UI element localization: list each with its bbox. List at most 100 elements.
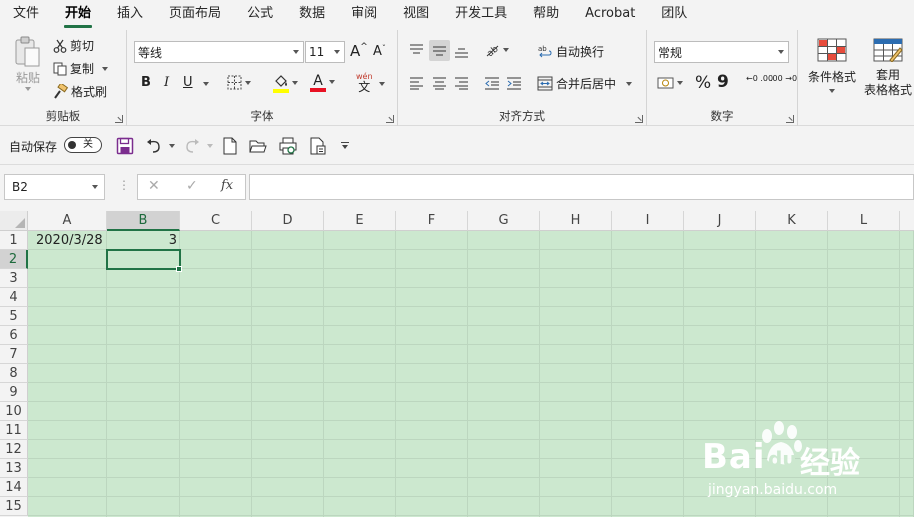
- column-header-h[interactable]: H: [540, 211, 612, 231]
- menu-acrobat[interactable]: Acrobat: [572, 0, 648, 30]
- row-header-15[interactable]: 15: [0, 497, 28, 516]
- menu-team[interactable]: 团队: [648, 0, 700, 30]
- align-left-icon[interactable]: [409, 76, 424, 90]
- menu-page-layout[interactable]: 页面布局: [156, 0, 234, 30]
- align-right-icon[interactable]: [454, 76, 469, 90]
- column-header-c[interactable]: C: [180, 211, 252, 231]
- column-header-b[interactable]: B: [107, 211, 180, 231]
- row-header-2[interactable]: 2: [0, 250, 28, 269]
- decrease-decimal-button[interactable]: .00 →0: [770, 75, 797, 83]
- column-header-d[interactable]: D: [252, 211, 324, 231]
- clipboard-launcher-icon[interactable]: [115, 115, 123, 123]
- menu-review[interactable]: 审阅: [338, 0, 390, 30]
- fill-handle[interactable]: [176, 266, 182, 272]
- customize-toolbar-icon[interactable]: [340, 141, 350, 151]
- underline-dropdown-icon[interactable]: [203, 82, 209, 86]
- select-all-button[interactable]: [0, 211, 28, 231]
- increase-decimal-button[interactable]: ←0 .00: [746, 75, 773, 83]
- menu-help[interactable]: 帮助: [520, 0, 572, 30]
- column-header-k[interactable]: K: [756, 211, 828, 231]
- column-header-e[interactable]: E: [324, 211, 396, 231]
- column-header-m[interactable]: [900, 211, 914, 231]
- borders-button[interactable]: [227, 75, 251, 90]
- shrink-font-button[interactable]: Aˇ: [373, 44, 386, 59]
- number-format-select[interactable]: 常规: [654, 41, 789, 63]
- autosave-toggle[interactable]: 关: [64, 137, 102, 153]
- save-icon[interactable]: [116, 137, 134, 155]
- page-setup-icon[interactable]: [309, 137, 327, 155]
- align-top-icon[interactable]: [409, 43, 424, 58]
- percent-button[interactable]: %: [695, 73, 711, 93]
- menu-developer[interactable]: 开发工具: [442, 0, 520, 30]
- row-header-13[interactable]: 13: [0, 459, 28, 478]
- row-header-12[interactable]: 12: [0, 440, 28, 459]
- row-header-7[interactable]: 7: [0, 345, 28, 364]
- row-header-6[interactable]: 6: [0, 326, 28, 345]
- row-header-9[interactable]: 9: [0, 383, 28, 402]
- open-folder-icon[interactable]: [249, 138, 267, 154]
- paste-button[interactable]: 粘贴: [10, 36, 46, 91]
- alignment-launcher-icon[interactable]: [635, 115, 643, 123]
- row-header-10[interactable]: 10: [0, 402, 28, 421]
- font-name-select[interactable]: 等线: [134, 41, 304, 63]
- font-color-button[interactable]: A: [310, 72, 335, 92]
- decrease-indent-icon[interactable]: [484, 76, 500, 90]
- cut-button[interactable]: 剪切: [53, 37, 94, 54]
- phonetic-dropdown-icon[interactable]: [379, 82, 385, 86]
- row-header-14[interactable]: 14: [0, 478, 28, 497]
- merge-center-button[interactable]: 合并后居中: [537, 75, 633, 92]
- row-header-4[interactable]: 4: [0, 288, 28, 307]
- active-cell-b2[interactable]: [106, 249, 181, 270]
- number-launcher-icon[interactable]: [786, 115, 794, 123]
- menu-home[interactable]: 开始: [52, 0, 104, 30]
- table-format-button[interactable]: 套用 表格格式: [859, 38, 914, 97]
- menu-data[interactable]: 数据: [286, 0, 338, 30]
- print-preview-icon[interactable]: [279, 137, 297, 155]
- align-bottom-icon[interactable]: [454, 43, 469, 58]
- cell-a1[interactable]: 2020/3/28: [33, 231, 112, 250]
- row-header-8[interactable]: 8: [0, 364, 28, 383]
- column-header-g[interactable]: G: [468, 211, 540, 231]
- wrap-text-button[interactable]: ab 自动换行: [538, 43, 604, 60]
- comma-button[interactable]: 9: [717, 72, 729, 92]
- row-header-3[interactable]: 3: [0, 269, 28, 288]
- column-header-l[interactable]: L: [828, 211, 900, 231]
- format-painter-button[interactable]: 格式刷: [53, 83, 107, 100]
- align-middle-button[interactable]: [429, 40, 450, 61]
- row-header-1[interactable]: 1: [0, 231, 28, 250]
- undo-dropdown-icon[interactable]: [169, 144, 175, 148]
- redo-icon[interactable]: [183, 137, 201, 155]
- increase-indent-icon[interactable]: [506, 76, 522, 90]
- cell-b1[interactable]: 3: [107, 231, 180, 250]
- menu-formulas[interactable]: 公式: [234, 0, 286, 30]
- confirm-entry-icon[interactable]: ✓: [186, 178, 198, 194]
- orientation-button[interactable]: ab: [484, 42, 509, 58]
- column-header-i[interactable]: I: [612, 211, 684, 231]
- new-document-icon[interactable]: [222, 137, 238, 155]
- font-size-select[interactable]: 11: [305, 41, 345, 63]
- column-header-a[interactable]: A: [28, 211, 107, 231]
- grow-font-button[interactable]: A ^: [350, 42, 368, 60]
- font-launcher-icon[interactable]: [386, 115, 394, 123]
- insert-function-icon[interactable]: fx: [221, 178, 233, 193]
- row-header-5[interactable]: 5: [0, 307, 28, 326]
- menu-file[interactable]: 文件: [0, 0, 52, 30]
- italic-button[interactable]: I: [164, 75, 169, 90]
- menu-insert[interactable]: 插入: [104, 0, 156, 30]
- redo-dropdown-icon[interactable]: [207, 144, 213, 148]
- bold-button[interactable]: B: [141, 75, 151, 90]
- cancel-entry-icon[interactable]: ✕: [148, 178, 160, 194]
- name-box[interactable]: B2: [4, 174, 105, 200]
- copy-button[interactable]: 复制: [53, 60, 109, 77]
- underline-button[interactable]: U: [183, 75, 193, 90]
- phonetic-button[interactable]: wén 文: [356, 73, 373, 94]
- formula-input[interactable]: [249, 174, 914, 200]
- conditional-format-button[interactable]: 条件格式: [806, 38, 858, 93]
- undo-icon[interactable]: [145, 137, 163, 155]
- fill-color-button[interactable]: [273, 73, 298, 93]
- align-center-icon[interactable]: [432, 76, 447, 90]
- menu-view[interactable]: 视图: [390, 0, 442, 30]
- row-header-11[interactable]: 11: [0, 421, 28, 440]
- column-header-j[interactable]: J: [684, 211, 756, 231]
- column-header-f[interactable]: F: [396, 211, 468, 231]
